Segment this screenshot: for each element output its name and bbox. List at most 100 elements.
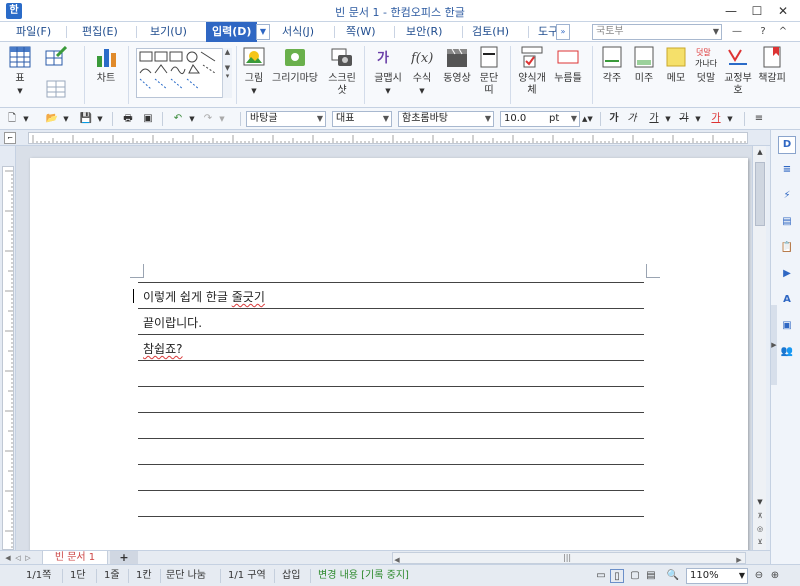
- chevron-down-icon[interactable]: ▼: [62, 111, 70, 127]
- tab-document-1[interactable]: 빈 문서 1: [42, 551, 108, 565]
- zoom-in-icon[interactable]: ⊕: [768, 569, 782, 583]
- mini-toolbar-icon[interactable]: —: [730, 25, 744, 39]
- underline-button[interactable]: 가: [646, 111, 662, 127]
- panel-book-icon[interactable]: ▣: [778, 318, 796, 336]
- panel-lightning-icon[interactable]: ⚡: [778, 188, 796, 206]
- undo-icon[interactable]: ↶: [170, 111, 186, 127]
- panel-style-icon[interactable]: A: [778, 292, 796, 310]
- italic-button[interactable]: 가: [624, 111, 640, 127]
- panel-document-icon[interactable]: D: [778, 136, 796, 154]
- font-color-button[interactable]: 가: [708, 111, 724, 127]
- menu-edit[interactable]: 편집(E): [76, 22, 124, 42]
- maximize-button[interactable]: ☐: [744, 2, 770, 20]
- style-combo[interactable]: 바탕글 ▼: [246, 111, 326, 127]
- picture-button[interactable]: 그림 ▼: [240, 46, 268, 97]
- page-up-icon[interactable]: ⊼: [754, 510, 766, 522]
- document-line-1[interactable]: 이렇게 쉽게 한글 줄긋기: [143, 288, 265, 305]
- paragraph-band-button[interactable]: 문단띠: [478, 46, 500, 97]
- table-button[interactable]: 표 ▼: [6, 46, 34, 97]
- bookmark-button[interactable]: 책갈피: [756, 46, 788, 85]
- minimize-button[interactable]: —: [718, 2, 744, 20]
- ruler-tab-selector-icon[interactable]: ⌐: [4, 132, 16, 144]
- align-justify-icon[interactable]: ≡: [752, 111, 766, 127]
- page-down-icon[interactable]: ⊻: [754, 536, 766, 548]
- shape-gallery[interactable]: [136, 48, 232, 98]
- document-page[interactable]: 이렇게 쉽게 한글 줄긋기 끝이랍니다. 참쉽죠?: [30, 158, 748, 550]
- open-folder-icon[interactable]: 📂: [44, 111, 60, 127]
- panel-users-icon[interactable]: 👥: [778, 344, 796, 362]
- menu-page[interactable]: 쪽(W): [340, 22, 382, 42]
- chevron-down-icon[interactable]: ▼: [188, 111, 196, 127]
- endnote-button[interactable]: 미주: [630, 46, 658, 85]
- menu-review[interactable]: 검토(H): [466, 22, 515, 42]
- scroll-grip-icon[interactable]: |||: [563, 553, 571, 562]
- panel-page-icon[interactable]: ▤: [778, 214, 796, 232]
- panel-list-icon[interactable]: ≡: [778, 162, 796, 180]
- vertical-scrollbar[interactable]: ▲ ▼ ⊼ ◎ ⊻: [752, 146, 766, 550]
- vertical-ruler[interactable]: [2, 166, 14, 550]
- strikethrough-button[interactable]: 가: [676, 111, 692, 127]
- page-mark-icon[interactable]: ◎: [754, 523, 766, 535]
- print-preview-icon[interactable]: ▣: [140, 111, 156, 127]
- form-object-button[interactable]: 양식개체: [516, 46, 548, 97]
- document-area[interactable]: 이렇게 쉽게 한글 줄긋기 끝이랍니다. 참쉽죠?: [16, 146, 752, 550]
- glyph-button[interactable]: 가 글맵시 ▼: [370, 46, 406, 97]
- memo-button[interactable]: 메모: [662, 46, 690, 85]
- scroll-thumb[interactable]: [755, 162, 765, 226]
- shape-gallery-scroll[interactable]: ▲ ▼ ▾: [222, 48, 232, 98]
- tab-prev-icon[interactable]: ◁: [14, 552, 22, 564]
- menu-more-icon[interactable]: »: [556, 24, 570, 40]
- menu-view[interactable]: 보기(U): [144, 22, 193, 42]
- view-page-icon[interactable]: ▯: [610, 569, 624, 583]
- panel-clipboard-icon[interactable]: 📋: [778, 240, 796, 258]
- ribbon-collapse-button[interactable]: ^: [776, 25, 790, 39]
- scroll-down-icon[interactable]: ▼: [754, 496, 766, 508]
- menu-format[interactable]: 서식(J): [276, 22, 320, 42]
- add-tab-button[interactable]: +: [110, 551, 138, 565]
- chart-button[interactable]: 차트: [90, 46, 122, 85]
- font-combo[interactable]: 함초롬바탕 ▼: [398, 111, 494, 127]
- status-track-changes[interactable]: 변경 내용 [기록 중지]: [314, 565, 413, 586]
- horizontal-ruler[interactable]: [28, 132, 748, 144]
- table-edit-button[interactable]: [38, 45, 74, 106]
- menu-insert[interactable]: 입력(D): [206, 22, 258, 42]
- chevron-down-icon[interactable]: ▼: [664, 111, 672, 127]
- tab-next-icon[interactable]: ▷: [24, 552, 32, 564]
- print-icon[interactable]: 🖶: [120, 111, 136, 127]
- misspelled-word[interactable]: 줄긋기: [232, 290, 265, 304]
- view-normal-icon[interactable]: ▭: [594, 569, 608, 583]
- chevron-down-icon[interactable]: ▼: [726, 111, 734, 127]
- help-button[interactable]: ?: [756, 25, 770, 39]
- document-line-3[interactable]: 참쉽죠?: [143, 340, 183, 357]
- chevron-down-icon[interactable]: ▼: [22, 111, 30, 127]
- view-full-icon[interactable]: ▢: [628, 569, 642, 583]
- scroll-up-icon[interactable]: ▲: [754, 146, 766, 158]
- footnote-button[interactable]: 각주: [598, 46, 626, 85]
- chevron-down-icon[interactable]: ▼: [96, 111, 104, 127]
- status-page[interactable]: 1/1쪽: [22, 565, 55, 586]
- font-search-combo[interactable]: 국토부 ▼: [592, 24, 722, 40]
- horizontal-scrollbar[interactable]: ◀ ||| ▶: [392, 552, 746, 564]
- menu-insert-dropdown-icon[interactable]: ▼: [256, 24, 270, 40]
- draw-shape-button[interactable]: 그리기마당: [272, 46, 318, 85]
- click-field-button[interactable]: 누름틀: [552, 46, 584, 85]
- screenshot-button[interactable]: 스크린샷: [326, 46, 358, 97]
- language-combo[interactable]: 대표 ▼: [332, 111, 392, 127]
- chevron-down-icon[interactable]: ▼: [218, 111, 226, 127]
- panel-play-icon[interactable]: ▶: [778, 266, 796, 284]
- close-button[interactable]: ✕: [770, 2, 796, 20]
- menu-file[interactable]: 파일(F): [10, 22, 57, 42]
- bold-button[interactable]: 가: [606, 111, 622, 127]
- new-doc-icon[interactable]: 🗋: [4, 111, 20, 127]
- proofread-button[interactable]: 교정부호: [724, 46, 752, 97]
- redo-icon[interactable]: ↷: [200, 111, 216, 127]
- menu-security[interactable]: 보안(R): [400, 22, 448, 42]
- panel-collapse-icon[interactable]: ▶: [771, 305, 777, 385]
- view-multi-icon[interactable]: ▤: [644, 569, 658, 583]
- zoom-search-icon[interactable]: 🔍: [666, 569, 680, 583]
- tab-first-icon[interactable]: ◀: [4, 552, 12, 564]
- save-icon[interactable]: 💾: [78, 111, 94, 127]
- video-button[interactable]: 동영상: [440, 46, 474, 85]
- overlap-text-button[interactable]: 덧말 가나다 덧말: [692, 46, 720, 85]
- zoom-out-icon[interactable]: ⊖: [752, 569, 766, 583]
